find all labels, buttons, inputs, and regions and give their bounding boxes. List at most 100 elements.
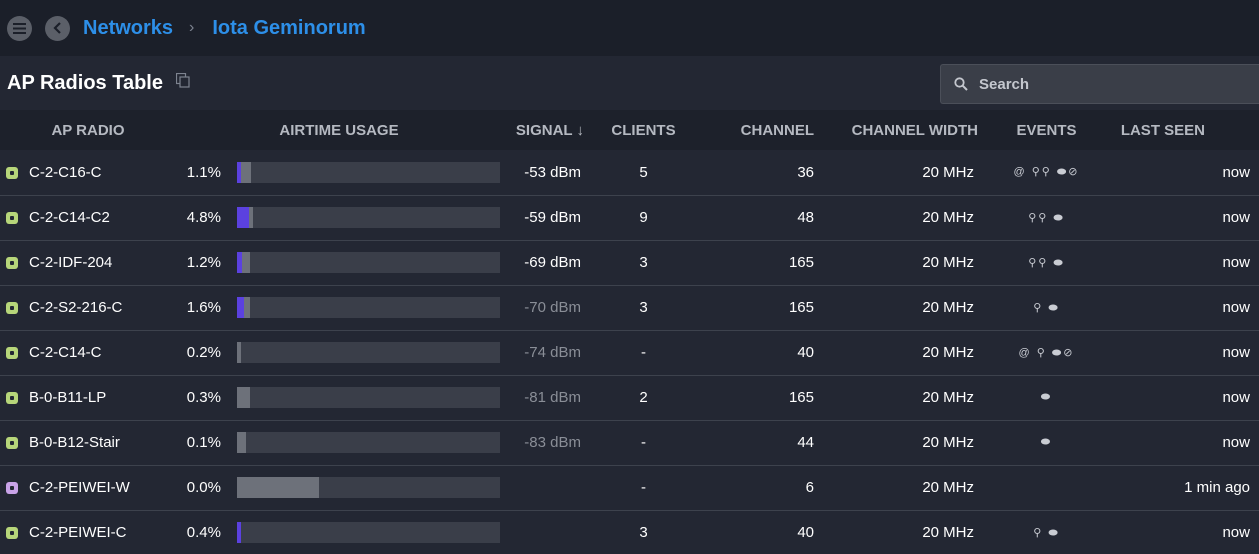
airtime-bar-active xyxy=(237,161,241,183)
airtime-bar-cell xyxy=(237,240,502,285)
airtime-bar-active xyxy=(237,297,244,318)
table-header-row: AP RADIO AIRTIME USAGE SIGNAL ↓ CLIENTS … xyxy=(0,110,1259,150)
airtime-percent: 1.2% xyxy=(186,254,221,271)
col-ap-radio[interactable]: AP RADIO xyxy=(0,110,176,150)
top-bar: Networks › Iota Geminorum xyxy=(0,0,1259,56)
ap-radio-name[interactable]: C-2-PEIWEI-C xyxy=(29,524,127,541)
col-signal[interactable]: SIGNAL ↓ xyxy=(502,110,603,150)
ap-radio-name[interactable]: C-2-C16-C xyxy=(29,164,102,181)
breadcrumb-current[interactable]: Iota Geminorum xyxy=(212,17,365,40)
ap-radio-name[interactable]: B-0-B11-LP xyxy=(29,389,106,406)
channel-width-value: 20 MHz xyxy=(922,479,974,496)
ap-radio-name[interactable]: C-2-C14-C2 xyxy=(29,209,110,226)
ap-radio-cell[interactable]: C-2-S2-216-C xyxy=(0,285,176,330)
ap-radio-cell[interactable]: C-2-PEIWEI-C xyxy=(0,510,176,554)
channel-value: 40 xyxy=(797,344,814,361)
airtime-bar-cell xyxy=(237,285,502,330)
events-icons[interactable]: ⚲⚲ ⬬ xyxy=(980,195,1113,240)
events-icons[interactable]: @ ⚲⚲ ⬬⊘ xyxy=(980,150,1113,195)
copy-icon[interactable] xyxy=(175,72,190,88)
ap-radio-cell[interactable]: C-2-C14-C xyxy=(0,330,176,375)
ap-radio-cell[interactable]: B-0-B12-Stair xyxy=(0,420,176,465)
signal-value xyxy=(502,510,603,554)
airtime-bar xyxy=(237,477,500,498)
ap-radios-table: AP RADIO AIRTIME USAGE SIGNAL ↓ CLIENTS … xyxy=(0,110,1259,554)
back-button[interactable] xyxy=(45,15,70,41)
page-title: AP Radios Table xyxy=(7,71,163,94)
channel-width-value: 20 MHz xyxy=(922,524,974,541)
col-airtime-usage[interactable]: AIRTIME USAGE xyxy=(176,110,502,150)
search-icon xyxy=(954,77,968,91)
airtime-percent: 0.2% xyxy=(186,344,221,361)
airtime-bar xyxy=(237,207,500,228)
airtime-bar-fill xyxy=(237,477,319,498)
signal-value: -59 dBm xyxy=(524,209,581,226)
airtime-bar-fill xyxy=(237,342,241,363)
breadcrumb-networks[interactable]: Networks xyxy=(83,17,173,40)
menu-button[interactable] xyxy=(7,15,32,41)
events-icons[interactable]: ⚲⚲ ⬬ xyxy=(980,240,1113,285)
airtime-bar xyxy=(237,387,500,408)
events-icons[interactable] xyxy=(980,465,1113,510)
table-row[interactable]: B-0-B12-Stair 0.1% -83 dBm - 44 20 MHz ⬬… xyxy=(0,420,1259,465)
col-channel-width[interactable]: CHANNEL WIDTH xyxy=(835,110,980,150)
status-indicator xyxy=(6,166,18,179)
ap-radio-name[interactable]: C-2-PEIWEI-W xyxy=(29,479,130,496)
channel-value: 44 xyxy=(797,434,814,451)
events-icons[interactable]: ⚲ ⬬ xyxy=(980,285,1113,330)
ap-radio-cell[interactable]: B-0-B11-LP xyxy=(0,375,176,420)
events-icons[interactable]: ⬬ xyxy=(980,420,1113,465)
signal-value xyxy=(502,465,603,510)
airtime-bar-active xyxy=(237,207,249,228)
channel-width-value: 20 MHz xyxy=(922,344,974,361)
signal-value: -69 dBm xyxy=(524,254,581,271)
ap-radio-name[interactable]: C-2-C14-C xyxy=(29,344,102,361)
table-row[interactable]: C-2-IDF-204 1.2% -69 dBm 3 165 20 MHz ⚲⚲… xyxy=(0,240,1259,285)
ap-radio-name[interactable]: C-2-IDF-204 xyxy=(29,254,112,271)
events-icons[interactable]: @ ⚲ ⬬⊘ xyxy=(980,330,1113,375)
ap-radio-cell[interactable]: C-2-C16-C xyxy=(0,150,176,195)
airtime-bar-cell xyxy=(237,465,502,510)
clients-value: 9 xyxy=(639,209,648,226)
col-clients[interactable]: CLIENTS xyxy=(603,110,684,150)
signal-value: -53 dBm xyxy=(524,163,581,181)
breadcrumb-separator: › xyxy=(189,19,195,36)
airtime-bar-active xyxy=(237,522,241,543)
ap-radio-name[interactable]: B-0-B12-Stair xyxy=(29,434,120,451)
last-seen-value: now xyxy=(1222,163,1250,181)
clients-value: 2 xyxy=(639,389,648,406)
last-seen-value: now xyxy=(1222,254,1250,271)
airtime-percent: 1.1% xyxy=(186,163,221,181)
search-input[interactable] xyxy=(979,75,1219,93)
airtime-bar-fill xyxy=(237,387,251,408)
ap-radio-cell[interactable]: C-2-C14-C2 xyxy=(0,195,176,240)
table-row[interactable]: B-0-B11-LP 0.3% -81 dBm 2 165 20 MHz ⬬ n… xyxy=(0,375,1259,420)
table-row[interactable]: C-2-C14-C 0.2% -74 dBm - 40 20 MHz @ ⚲ ⬬… xyxy=(0,330,1259,375)
search-box[interactable] xyxy=(940,64,1259,104)
table-row[interactable]: C-2-C14-C2 4.8% -59 dBm 9 48 20 MHz ⚲⚲ ⬬… xyxy=(0,195,1259,240)
last-seen-value: 1 min ago xyxy=(1184,479,1250,496)
col-channel[interactable]: CHANNEL xyxy=(684,110,835,150)
channel-width-value: 20 MHz xyxy=(922,299,974,316)
clients-value: - xyxy=(641,344,646,361)
airtime-percent: 0.4% xyxy=(186,524,221,541)
airtime-percent: 0.0% xyxy=(186,479,221,496)
status-indicator xyxy=(6,526,18,539)
table-row[interactable]: C-2-C16-C 1.1% -53 dBm 5 36 20 MHz @ ⚲⚲ … xyxy=(0,150,1259,195)
table-row[interactable]: C-2-PEIWEI-W 0.0% - 6 20 MHz 1 min ago xyxy=(0,465,1259,510)
signal-value: -74 dBm xyxy=(524,344,581,361)
ap-radio-cell[interactable]: C-2-PEIWEI-W xyxy=(0,465,176,510)
status-indicator xyxy=(6,391,18,404)
col-last-seen[interactable]: LAST SEEN xyxy=(1113,110,1259,150)
clients-value: 5 xyxy=(639,163,648,181)
ap-radio-cell[interactable]: C-2-IDF-204 xyxy=(0,240,176,285)
events-icons[interactable]: ⬬ xyxy=(980,375,1113,420)
table-row[interactable]: C-2-PEIWEI-C 0.4% 3 40 20 MHz ⚲ ⬬ now xyxy=(0,510,1259,554)
airtime-bar-cell xyxy=(237,375,502,420)
col-events[interactable]: EVENTS xyxy=(980,110,1113,150)
table-row[interactable]: C-2-S2-216-C 1.6% -70 dBm 3 165 20 MHz ⚲… xyxy=(0,285,1259,330)
last-seen-value: now xyxy=(1222,389,1250,406)
airtime-bar xyxy=(237,432,500,453)
events-icons[interactable]: ⚲ ⬬ xyxy=(980,510,1113,554)
ap-radio-name[interactable]: C-2-S2-216-C xyxy=(29,299,122,316)
